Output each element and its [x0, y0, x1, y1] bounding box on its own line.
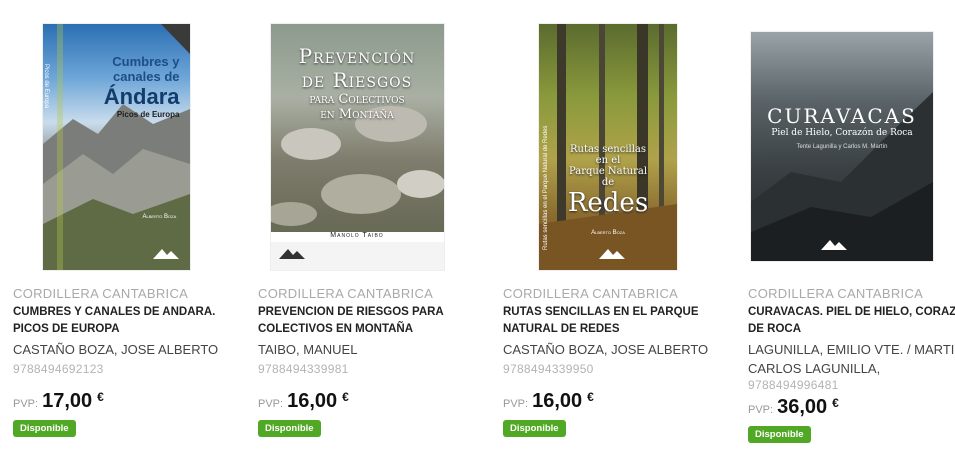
product-isbn: 9788494996481	[748, 378, 839, 392]
product-title-link[interactable]: RUTAS SENCILLAS EN EL PARQUE NATURAL DE …	[503, 304, 731, 338]
book-cover-image[interactable]: Rutas sencillas en el Parque Natural de …	[539, 24, 677, 270]
product-isbn: 9788494339950	[503, 362, 594, 376]
product-publisher: CORDILLERA CANTABRICA	[258, 286, 434, 301]
price-row: PVP: 36,00 €	[748, 396, 839, 419]
availability-badge: Disponible	[503, 420, 566, 437]
price-row: PVP: 16,00 €	[503, 390, 594, 413]
product-cover-link[interactable]: Rutas sencillas en el Parque Natural de …	[500, 18, 690, 276]
product-publisher: CORDILLERA CANTABRICA	[13, 286, 189, 301]
pvp-label: PVP:	[503, 398, 529, 410]
book-cover-image[interactable]: Cumbres y canales de Ándara Picos de Eur…	[42, 24, 190, 270]
cover-title: Rutas sencillas en el Parque Natural de …	[567, 144, 649, 218]
product-grid: Cumbres y canales de Ándara Picos de Eur…	[0, 0, 955, 455]
book-cover-image[interactable]: Prevención de Riesgos para Colectivos en…	[270, 24, 444, 270]
currency-symbol: €	[342, 390, 349, 404]
publisher-logo	[152, 246, 179, 259]
cover-title: Curavacas Piel de Hielo, Corazón de Roca	[767, 104, 917, 138]
product-publisher: CORDILLERA CANTABRICA	[503, 286, 679, 301]
product-author: LAGUNILLA, EMILIO VTE. / MARTIN, CARLOS …	[748, 342, 955, 376]
product-title-link[interactable]: PREVENCION DE RIESGOS PARA COLECTIVOS EN…	[258, 304, 486, 338]
product-cover-link[interactable]: Cumbres y canales de Ándara Picos de Eur…	[10, 18, 200, 276]
currency-symbol: €	[97, 390, 104, 404]
cover-spine-tag: Picos de Europa	[42, 64, 49, 109]
product-author: CASTAÑO BOZA, JOSE ALBERTO	[13, 342, 219, 357]
product-author: CASTAÑO BOZA, JOSE ALBERTO	[503, 342, 709, 357]
product-price: 17,00	[42, 390, 93, 412]
cover-author: Alberto Boza	[142, 214, 177, 220]
publisher-logo	[821, 237, 847, 250]
cover-title: Cumbres y canales de Ándara Picos de Eur…	[103, 54, 180, 119]
product-price: 16,00	[287, 390, 338, 412]
product-isbn: 9788494692123	[13, 362, 104, 376]
price-row: PVP: 16,00 €	[258, 390, 349, 413]
availability-badge: Disponible	[258, 420, 321, 437]
cover-author: Tente Lagunilla y Carlos M. Martín	[796, 144, 888, 150]
product-price: 36,00	[777, 396, 828, 418]
publisher-logo	[599, 246, 625, 259]
product-title-link[interactable]: CURAVACAS. PIEL DE HIELO, CORAZON DE ROC…	[748, 304, 955, 338]
product-cover-link[interactable]: Prevención de Riesgos para Colectivos en…	[255, 18, 445, 276]
book-cover-image[interactable]: Curavacas Piel de Hielo, Corazón de Roca…	[751, 32, 933, 261]
publisher-logo	[278, 246, 305, 259]
cover-author: Manolo Taibo	[330, 232, 384, 239]
availability-badge: Disponible	[13, 420, 76, 437]
currency-symbol: €	[587, 390, 594, 404]
pvp-label: PVP:	[13, 398, 39, 410]
product-isbn: 9788494339981	[258, 362, 349, 376]
cover-title: Prevención de Riesgos para Colectivos en…	[298, 44, 416, 122]
product-publisher: CORDILLERA CANTABRICA	[748, 286, 924, 301]
product-title-link[interactable]: CUMBRES Y CANALES DE ANDARA. PICOS DE EU…	[13, 304, 241, 338]
pvp-label: PVP:	[258, 398, 284, 410]
pvp-label: PVP:	[748, 404, 774, 416]
cover-author: Alberto Boza	[591, 230, 625, 236]
price-row: PVP: 17,00 €	[13, 390, 104, 413]
product-author: TAIBO, MANUEL	[258, 342, 358, 357]
product-cover-link[interactable]: Curavacas Piel de Hielo, Corazón de Roca…	[745, 18, 935, 276]
currency-symbol: €	[832, 396, 839, 410]
availability-badge: Disponible	[748, 426, 811, 443]
product-price: 16,00	[532, 390, 583, 412]
